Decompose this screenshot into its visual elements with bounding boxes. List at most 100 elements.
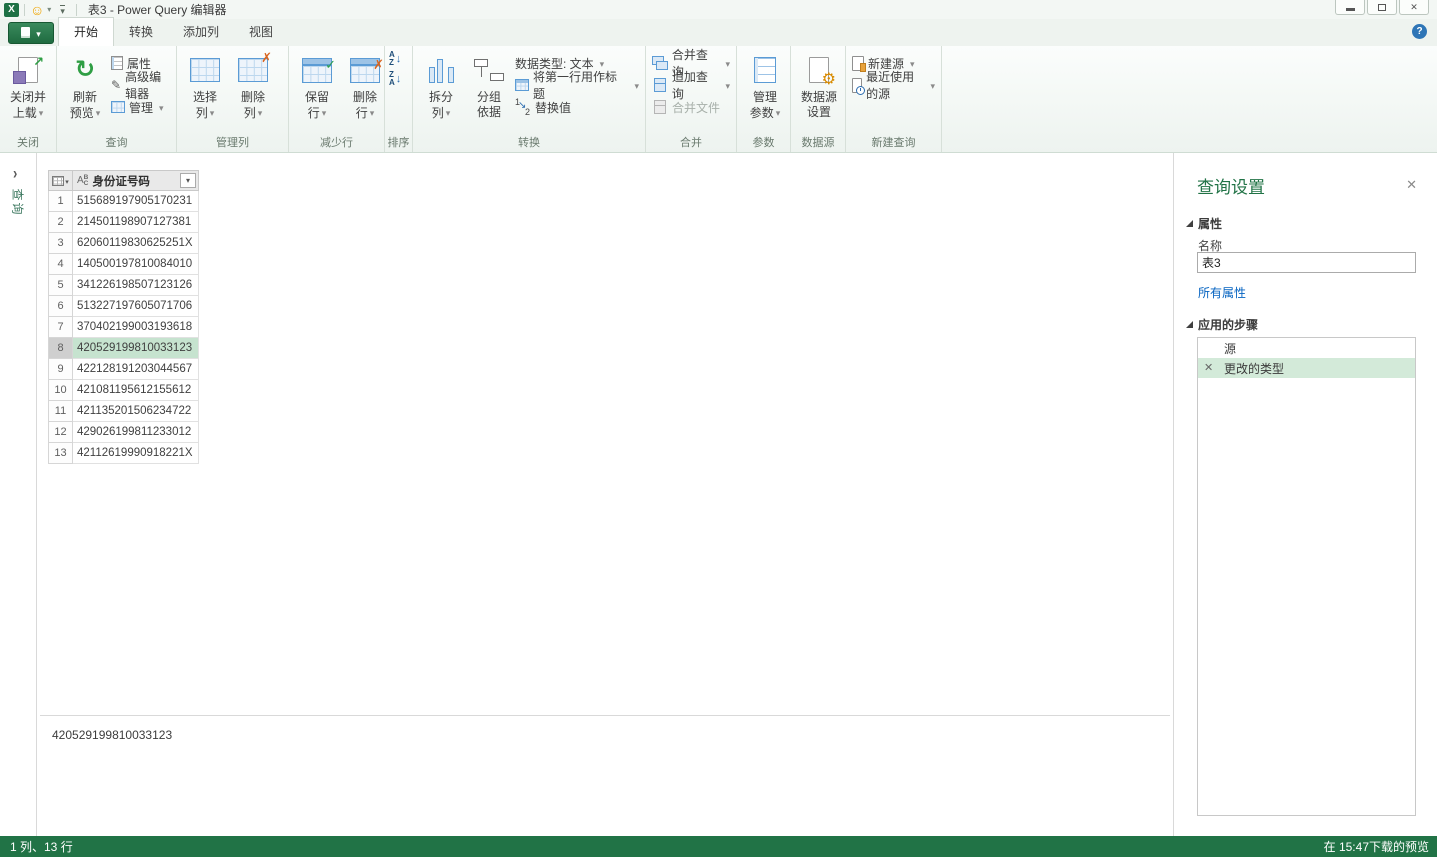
preview-table: BC 身份证号码 1515689197905170231221450119890… [48,170,199,464]
row-number[interactable]: 11 [48,401,73,422]
split-column-button[interactable]: 拆分 列 [417,50,465,123]
row-number[interactable]: 4 [48,254,73,275]
file-menu-button[interactable] [8,22,54,44]
refresh-preview-button[interactable]: ↻ 刷新 预览 [61,50,109,123]
data-grid-rows: 1515689197905170231221450119890712738136… [48,191,199,464]
cell-value[interactable]: 341226198507123126 [73,275,199,296]
chevron-down-icon [37,105,44,121]
cell-value[interactable]: 421135201506234722 [73,401,199,422]
ribbon-group-sort: AZ ↓ AZ ↓ 排序 [385,46,413,152]
applied-step-item[interactable]: ✕更改的类型 [1198,358,1415,378]
group-label-sort: 排序 [385,134,412,150]
close-and-load-button[interactable]: ↗ 关闭并 上载 [4,50,52,123]
help-icon[interactable]: ? [1412,24,1427,39]
group-by-button[interactable]: 分组 依据 [465,50,513,122]
applied-step-item[interactable]: 源 [1198,338,1415,358]
tab-home[interactable]: 开始 [58,17,114,46]
row-number[interactable]: 10 [48,380,73,401]
row-number[interactable]: 12 [48,422,73,443]
cell-preview-value: 420529199810033123 [52,728,172,742]
cell-value[interactable]: 421081195612155612 [73,380,199,401]
sort-descending-button[interactable]: AZ ↓ [389,70,401,88]
refresh-icon: ↻ [75,57,95,83]
ribbon: ↗ 关闭并 上载 关闭 ↻ 刷新 预览 属性 ✎ 高级编辑器 管理 [0,46,1437,153]
queries-pane-label[interactable]: 查询 [10,189,27,219]
applied-steps-list: 源✕更改的类型 [1197,337,1416,816]
remove-columns-button[interactable]: ✗ 删除 列 [229,50,277,123]
panel-close-icon[interactable]: ✕ [1406,177,1417,193]
remove-rows-button[interactable]: ✗ 删除 行 [341,50,389,123]
delete-step-icon[interactable]: ✕ [1204,361,1213,374]
table-icon [52,176,64,186]
column-header[interactable]: BC 身份证号码 [73,170,199,191]
properties-section-header[interactable]: 属性 [1186,215,1222,232]
tab-view[interactable]: 视图 [234,18,288,46]
chevron-down-icon [723,56,730,70]
tab-transform[interactable]: 转换 [114,18,168,46]
row-number[interactable]: 9 [48,359,73,380]
divider [76,4,77,16]
table-row: 1515689197905170231 [48,191,199,212]
data-source-settings-button[interactable]: ⚙ 数据源 设置 [795,50,843,122]
main-area: › 查询 BC 身份证号码 15156891979051702312214501… [0,153,1437,836]
row-number[interactable]: 7 [48,317,73,338]
send-smile-icon[interactable]: ☺ [30,3,44,17]
ribbon-group-parameters: 管理 参数 参数 [737,46,791,152]
append-queries-icon [652,78,668,92]
cell-value[interactable]: 420529199810033123 [73,338,199,359]
chevron-down-icon [320,105,327,121]
cell-value[interactable]: 429026199811233012 [73,422,199,443]
row-number[interactable]: 8 [48,338,73,359]
applied-steps-section-header[interactable]: 应用的步骤 [1186,316,1258,333]
expand-pane-chevron-icon[interactable]: › [13,163,17,183]
query-name-input[interactable] [1197,252,1416,273]
column-header-label: 身份证号码 [92,173,150,189]
ribbon-tab-row: 开始 转换 添加列 视图 ? [0,19,1437,46]
manage-parameters-button[interactable]: 管理 参数 [741,50,789,123]
query-settings-panel: 查询设置 ✕ 属性 名称 所有属性 应用的步骤 源✕更改的类型 [1173,153,1437,836]
replace-values-button[interactable]: 替换值 [513,98,641,116]
manage-button[interactable]: 管理 [109,98,172,116]
cell-value[interactable]: 42112619990918221X [73,443,199,464]
append-queries-button[interactable]: 追加查询 [650,76,732,94]
restore-button[interactable] [1367,0,1397,15]
group-label-manage-columns: 管理列 [177,134,288,150]
tab-add-column[interactable]: 添加列 [168,18,234,46]
row-number[interactable]: 5 [48,275,73,296]
table-corner-button[interactable] [48,170,73,191]
cell-value[interactable]: 140500197810084010 [73,254,199,275]
smile-dropdown-icon[interactable]: ▾ [47,5,51,14]
minimize-button[interactable] [1335,0,1365,15]
use-first-row-as-headers-button[interactable]: 将第一行用作标题 [513,76,641,94]
filter-dropdown-button[interactable] [180,173,196,188]
advanced-editor-button[interactable]: ✎ 高级编辑器 [109,76,172,94]
cell-value[interactable]: 214501198907127381 [73,212,199,233]
ribbon-spacer [942,46,1437,152]
cell-value[interactable]: 62060119830625251X [73,233,199,254]
close-button[interactable]: ✕ [1399,0,1429,15]
manage-parameters-icon [754,57,776,83]
cell-value[interactable]: 515689197905170231 [73,191,199,212]
status-preview-time: 在 15:47下载的预览 [1324,838,1429,855]
row-number[interactable]: 3 [48,233,73,254]
row-number[interactable]: 6 [48,296,73,317]
row-number[interactable]: 2 [48,212,73,233]
down-arrow-icon: ↓ [396,73,402,85]
cell-value[interactable]: 513227197605071706 [73,296,199,317]
choose-columns-button[interactable]: 选择 列 [181,50,229,123]
sort-az-icon: AZ [389,51,395,67]
quick-access-toolbar-dropdown-icon[interactable]: ▾ [60,5,65,15]
cell-value[interactable]: 370402199003193618 [73,317,199,338]
row-number[interactable]: 13 [48,443,73,464]
keep-rows-button[interactable]: ✓ 保留 行 [293,50,341,123]
chevron-down-icon [774,105,781,121]
ribbon-group-manage-columns: 选择 列 ✗ 删除 列 管理列 [177,46,289,152]
choose-columns-icon [190,58,220,82]
row-number[interactable]: 1 [48,191,73,212]
file-icon [21,27,30,38]
recent-sources-button[interactable]: 最近使用的源 [850,76,937,94]
all-properties-link[interactable]: 所有属性 [1198,284,1246,301]
sort-ascending-button[interactable]: AZ ↓ [389,50,401,68]
cell-value[interactable]: 422128191203044567 [73,359,199,380]
recent-sources-icon [852,78,862,93]
